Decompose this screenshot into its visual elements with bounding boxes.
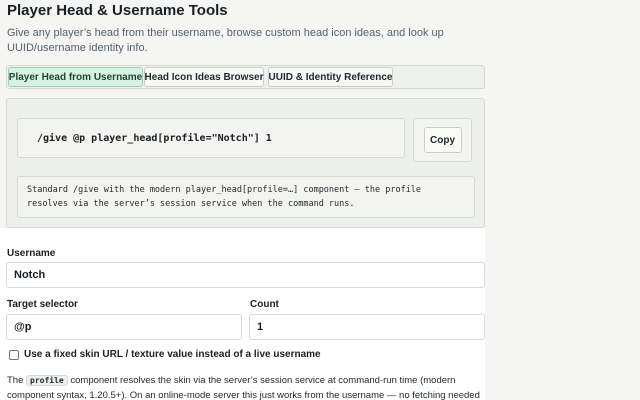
count-label: Count [250, 299, 279, 310]
footnote: The profile component resolves the skin … [7, 373, 482, 400]
page-title: Player Head & Username Tools [7, 2, 228, 19]
username-input[interactable] [6, 262, 485, 288]
username-label: Username [7, 248, 56, 259]
profile-code-pill: profile [26, 375, 68, 386]
footnote-prefix: The [7, 375, 24, 386]
command-note: Standard /give with the modern player_he… [17, 176, 475, 218]
copy-button-container: Copy [413, 118, 472, 162]
tab-bar: Player Head from Username Head Icon Idea… [6, 65, 485, 89]
tab-player-head-from-username[interactable]: Player Head from Username [8, 67, 143, 87]
target-selector-label: Target selector [7, 299, 78, 310]
footnote-text: component resolves the skin via the serv… [7, 375, 480, 400]
copy-button[interactable]: Copy [423, 127, 462, 153]
fixed-skin-checkbox[interactable] [9, 350, 19, 360]
tab-head-icon-ideas-browser[interactable]: Head Icon Ideas Browser [144, 67, 264, 87]
command-output: /give @p player_head[profile="Notch"] 1 [17, 118, 405, 158]
page-description: Give any player’s head from their userna… [7, 27, 444, 54]
fixed-skin-label[interactable]: Use a fixed skin URL / texture value ins… [24, 349, 321, 360]
command-panel: /give @p player_head[profile="Notch"] 1 … [6, 98, 485, 228]
tab-uuid-identity-reference[interactable]: UUID & Identity Reference [268, 67, 393, 87]
count-input[interactable] [249, 314, 485, 340]
target-selector-input[interactable] [6, 314, 242, 340]
